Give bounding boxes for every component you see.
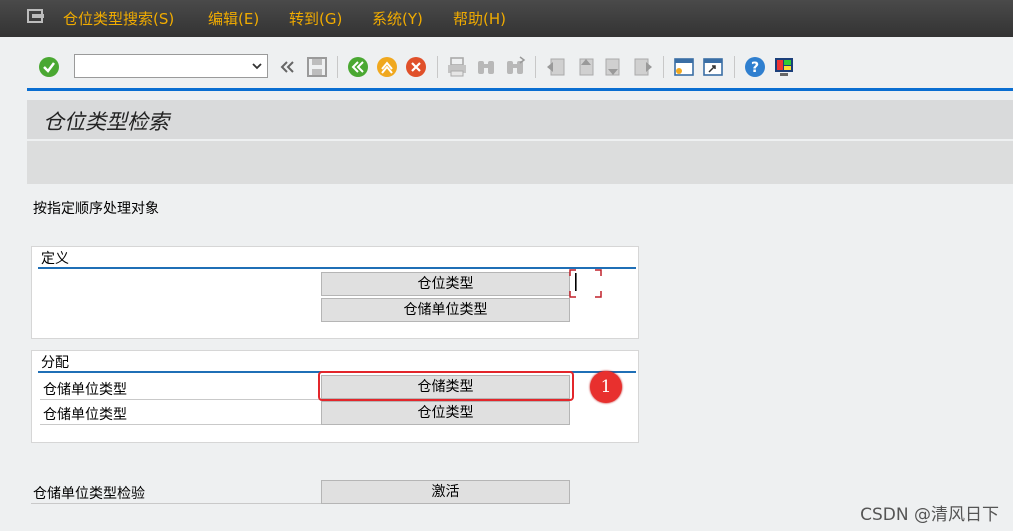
- print-icon[interactable]: [446, 56, 468, 78]
- menu-icon[interactable]: [27, 9, 45, 23]
- row-underline: [40, 424, 321, 425]
- row-underline: [40, 399, 321, 400]
- toolbar-separator: [535, 56, 536, 78]
- menu-help[interactable]: 帮助(H): [453, 8, 506, 29]
- exit-icon[interactable]: [376, 56, 398, 78]
- toolbar-separator: [663, 56, 664, 78]
- storage-bin-type-button[interactable]: 仓位类型: [321, 272, 570, 296]
- svg-text:?: ?: [751, 60, 759, 76]
- instruction-text: 按指定顺序处理对象: [33, 201, 159, 217]
- first-page-icon[interactable]: [545, 56, 567, 78]
- menu-bar: 仓位类型搜索(S) 编辑(E) 转到(G) 系统(Y) 帮助(H): [0, 0, 1013, 37]
- page-title: 仓位类型检索: [43, 110, 169, 134]
- last-page-icon[interactable]: [632, 56, 654, 78]
- assignment-row-label: 仓储单位类型: [43, 382, 127, 398]
- back-icon[interactable]: [347, 56, 369, 78]
- prev-icon[interactable]: [277, 56, 299, 78]
- next-page-icon[interactable]: [603, 56, 625, 78]
- command-input[interactable]: [79, 56, 248, 78]
- menu-edit[interactable]: 编辑(E): [208, 8, 259, 29]
- cancel-icon[interactable]: [405, 56, 427, 78]
- toolbar-separator: [734, 56, 735, 78]
- menu-storage-bin-type-search[interactable]: 仓位类型搜索(S): [63, 8, 174, 29]
- prev-page-icon[interactable]: [574, 56, 596, 78]
- check-label: 仓储单位类型检验: [33, 486, 145, 502]
- enter-icon[interactable]: [38, 56, 60, 78]
- assignment-row-label: 仓储单位类型: [43, 407, 127, 423]
- menu-system[interactable]: 系统(Y): [372, 8, 423, 29]
- definition-group-title: 定义: [41, 251, 69, 267]
- watermark: CSDN @清风日下: [860, 505, 999, 525]
- row-underline: [31, 503, 321, 504]
- find-icon[interactable]: [475, 56, 497, 78]
- group-divider: [38, 267, 636, 269]
- application-toolbar: [27, 141, 1013, 184]
- toolbar-divider: [27, 88, 1013, 91]
- layout-icon[interactable]: [773, 56, 795, 78]
- chevron-down-icon[interactable]: [251, 60, 263, 72]
- save-icon[interactable]: [306, 56, 328, 78]
- command-field[interactable]: [74, 54, 268, 78]
- storage-bin-type-assign-button[interactable]: 仓位类型: [321, 401, 570, 425]
- find-next-icon[interactable]: [504, 56, 526, 78]
- activate-button[interactable]: 激活: [321, 480, 570, 504]
- help-icon[interactable]: ?: [744, 56, 766, 78]
- toolbar-separator: [437, 56, 438, 78]
- new-session-icon[interactable]: [673, 56, 695, 78]
- toolbar-separator: [337, 56, 338, 78]
- step-badge: 1: [590, 371, 622, 403]
- menu-goto[interactable]: 转到(G): [289, 8, 342, 29]
- title-bar: 仓位类型检索: [27, 100, 1013, 139]
- highlight-box: [318, 371, 574, 401]
- shortcut-icon[interactable]: [702, 56, 724, 78]
- storage-unit-type-button[interactable]: 仓储单位类型: [321, 298, 570, 322]
- focus-indicator: [569, 269, 602, 298]
- assignment-group-title: 分配: [41, 355, 69, 371]
